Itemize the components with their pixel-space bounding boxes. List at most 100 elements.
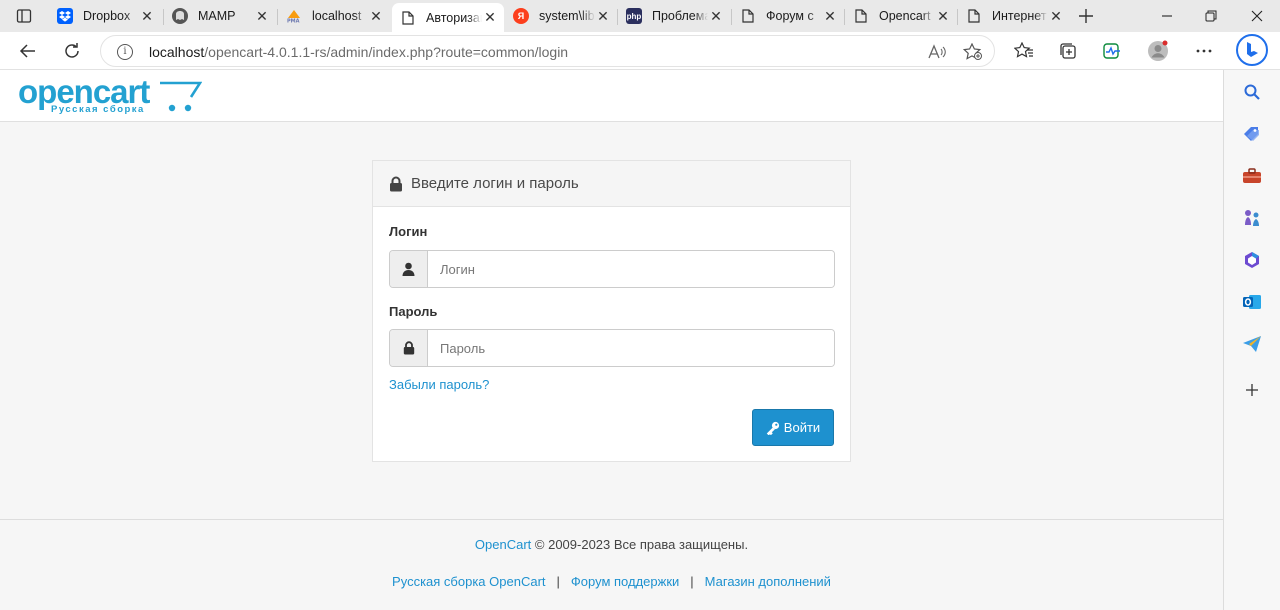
page-content: opencart Русская сборка Введите логин и … bbox=[0, 70, 1223, 610]
close-icon[interactable]: ✕ bbox=[482, 9, 498, 26]
sidebar-office-button[interactable] bbox=[1240, 248, 1264, 272]
address-bar[interactable]: i localhost/opencart-4.0.1.1-rs/admin/in… bbox=[100, 35, 995, 67]
collections-button[interactable] bbox=[1056, 39, 1080, 63]
tab-separator bbox=[277, 9, 278, 25]
page-icon bbox=[853, 8, 869, 24]
footer-link-support-forum[interactable]: Форум поддержки bbox=[571, 574, 679, 589]
footer-separator: | bbox=[690, 574, 694, 589]
tab-title: system\library bbox=[539, 9, 595, 23]
lock-icon bbox=[390, 176, 402, 191]
tab-separator bbox=[957, 9, 958, 25]
collections-icon bbox=[1060, 43, 1076, 59]
tab-title: localhost bbox=[312, 9, 362, 23]
login-panel-header: Введите логин и пароль bbox=[373, 161, 850, 207]
password-input[interactable] bbox=[428, 330, 834, 366]
footer-link-extensions-store[interactable]: Магазин дополнений bbox=[705, 574, 831, 589]
settings-more-button[interactable] bbox=[1192, 39, 1216, 63]
close-icon[interactable]: ✕ bbox=[139, 8, 155, 24]
tab-title: MAMP bbox=[198, 9, 236, 23]
sidebar-search-button[interactable] bbox=[1240, 80, 1264, 104]
tab-separator bbox=[844, 9, 845, 25]
sidebar-games-button[interactable] bbox=[1240, 206, 1264, 230]
tab-forum[interactable]: Форум с ✕ bbox=[731, 3, 844, 29]
close-icon[interactable]: ✕ bbox=[1048, 8, 1064, 24]
url-host: localhost bbox=[149, 44, 205, 60]
favorites-icon bbox=[1014, 42, 1033, 58]
page-icon bbox=[740, 8, 756, 24]
url-path: /opencart-4.0.1.1-rs/admin/index.php?rou… bbox=[204, 44, 569, 60]
profile-button[interactable] bbox=[1146, 39, 1170, 63]
login-panel-title: Введите логин и пароль bbox=[411, 175, 579, 192]
tab-title: Dropbox bbox=[83, 9, 131, 23]
favorites-button[interactable] bbox=[1012, 39, 1036, 63]
phpmyadmin-icon: PMA bbox=[286, 8, 302, 24]
browser-toolbar: i localhost/opencart-4.0.1.1-rs/admin/in… bbox=[0, 32, 1280, 70]
sidebar-outlook-button[interactable] bbox=[1240, 290, 1264, 314]
close-icon[interactable]: ✕ bbox=[368, 8, 384, 24]
login-button[interactable]: Войти bbox=[752, 409, 834, 446]
tab-internet[interactable]: Интернет ✕ bbox=[957, 3, 1070, 29]
url-text[interactable]: localhost/opencart-4.0.1.1-rs/admin/inde… bbox=[149, 44, 568, 60]
login-button-label: Войти bbox=[783, 420, 821, 435]
tab-php[interactable]: php Проблема ✕ bbox=[617, 3, 730, 29]
tab-mamp[interactable]: MAMP ✕ bbox=[163, 3, 276, 29]
sidebar-telegram-button[interactable] bbox=[1240, 332, 1264, 356]
minimize-button[interactable] bbox=[1155, 4, 1179, 28]
read-aloud-icon[interactable] bbox=[927, 42, 947, 62]
footer-divider bbox=[0, 519, 1223, 520]
close-icon[interactable]: ✕ bbox=[708, 8, 724, 24]
back-button[interactable] bbox=[16, 39, 40, 63]
minimize-icon bbox=[1162, 15, 1172, 17]
svg-text:PMA: PMA bbox=[287, 19, 300, 24]
forgot-password-link[interactable]: Забыли пароль? bbox=[389, 377, 489, 392]
edge-sidebar bbox=[1223, 70, 1280, 610]
opencart-link[interactable]: OpenCart bbox=[475, 537, 531, 552]
user-icon bbox=[390, 251, 428, 287]
close-icon bbox=[1251, 10, 1263, 22]
avatar-icon bbox=[1148, 40, 1168, 61]
tab-yandex[interactable]: Я system\library ✕ bbox=[505, 3, 617, 29]
close-icon[interactable]: ✕ bbox=[822, 8, 838, 24]
lock-icon bbox=[390, 330, 428, 366]
browser-essentials-button[interactable] bbox=[1100, 39, 1124, 63]
search-icon bbox=[1244, 84, 1260, 100]
bing-copilot-button[interactable] bbox=[1236, 34, 1268, 66]
tab-actions-icon bbox=[16, 9, 32, 23]
close-window-button[interactable] bbox=[1245, 4, 1269, 28]
php-icon: php bbox=[626, 8, 642, 24]
key-icon bbox=[766, 421, 779, 435]
sidebar-shopping-button[interactable] bbox=[1240, 122, 1264, 146]
opencart-logo[interactable]: opencart Русская сборка bbox=[18, 73, 203, 117]
tab-separator bbox=[617, 9, 618, 25]
login-panel: Введите логин и пароль Логин Пароль Забы… bbox=[372, 160, 851, 462]
add-favorite-icon[interactable] bbox=[963, 42, 983, 62]
new-tab-button[interactable] bbox=[1075, 5, 1097, 27]
footer-link-russian-build[interactable]: Русская сборка OpenCart bbox=[392, 574, 545, 589]
toolbox-icon bbox=[1243, 168, 1261, 183]
logo-subtitle: Русская сборка bbox=[51, 104, 145, 115]
mamp-icon bbox=[172, 8, 188, 24]
close-icon[interactable]: ✕ bbox=[935, 8, 951, 24]
tab-localhost[interactable]: PMA localhost ✕ bbox=[277, 3, 390, 29]
tab-opencart[interactable]: Opencart ✕ bbox=[844, 3, 957, 29]
sidebar-tools-button[interactable] bbox=[1240, 164, 1264, 188]
username-input[interactable] bbox=[428, 251, 834, 287]
tab-separator bbox=[731, 9, 732, 25]
site-info-icon[interactable]: i bbox=[117, 44, 133, 60]
tab-actions-button[interactable] bbox=[8, 5, 40, 27]
password-label: Пароль bbox=[389, 304, 438, 319]
outlook-icon bbox=[1243, 295, 1261, 309]
tab-login-active[interactable]: Авторизация ✕ bbox=[392, 3, 504, 32]
tab-dropbox[interactable]: Dropbox ✕ bbox=[49, 3, 161, 29]
password-input-group bbox=[389, 329, 835, 367]
close-icon[interactable]: ✕ bbox=[254, 8, 270, 24]
sidebar-add-button[interactable] bbox=[1240, 378, 1264, 402]
reload-button[interactable] bbox=[60, 39, 84, 63]
tab-separator bbox=[163, 9, 164, 25]
close-icon[interactable]: ✕ bbox=[595, 8, 611, 24]
restore-button[interactable] bbox=[1199, 4, 1223, 28]
cart-icon bbox=[160, 81, 202, 112]
tab-title: Авторизация bbox=[426, 10, 482, 25]
username-label: Логин bbox=[389, 224, 428, 239]
plus-icon bbox=[1079, 9, 1093, 23]
